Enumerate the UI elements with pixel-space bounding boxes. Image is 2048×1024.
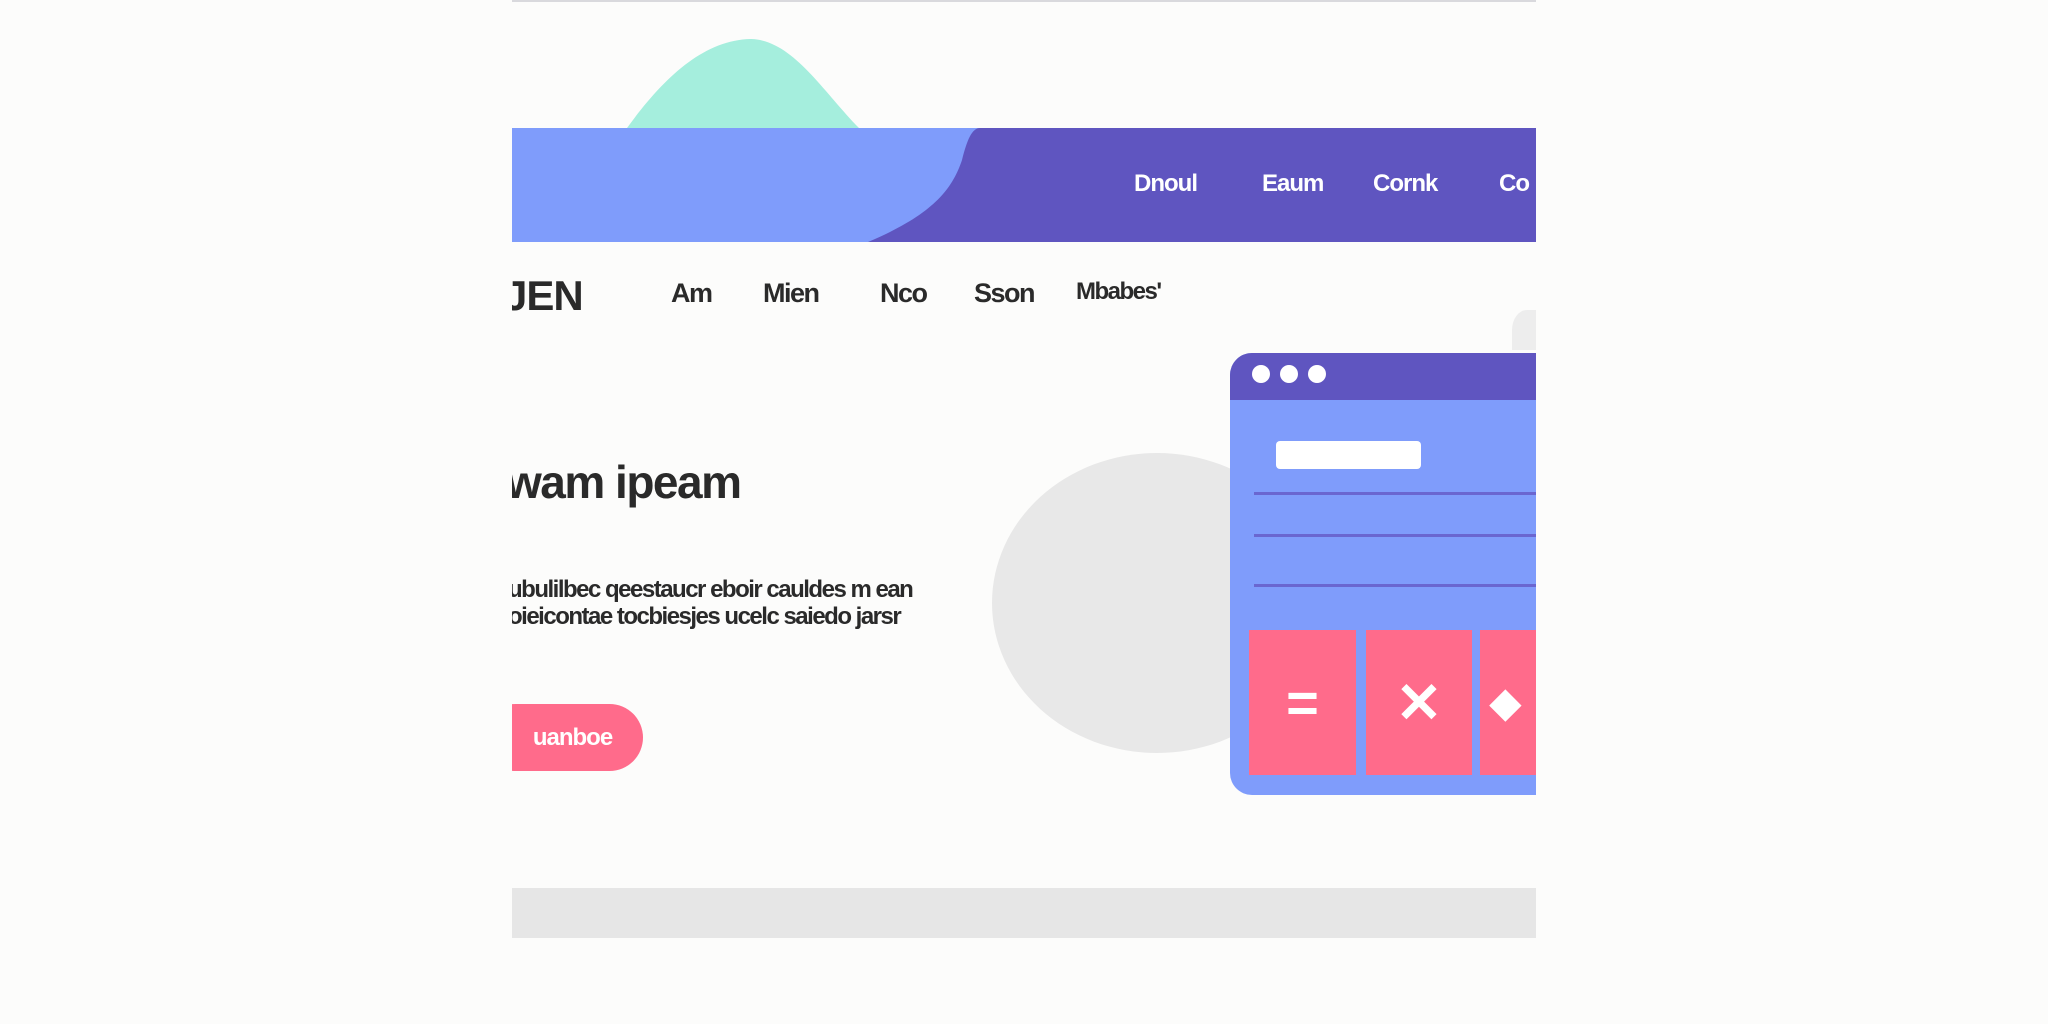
window-divider <box>1254 584 1536 587</box>
header-illustration <box>512 39 1536 242</box>
equals-icon: = <box>1286 671 1319 734</box>
window-title-bar <box>1230 353 1536 400</box>
page-canvas: Dnoul Eaum Cornk Co JEN Am Mien Nco Sson… <box>512 0 1536 1024</box>
tile-diamond: ◆ <box>1480 630 1536 775</box>
cta-button[interactable]: uanboe <box>512 704 643 771</box>
window-divider <box>1254 492 1536 495</box>
decorative-shape <box>1512 310 1536 350</box>
header-link-4[interactable]: Co <box>1499 170 1530 198</box>
hero-paragraph: ubulilbec qeestaucr eboir cauldes m ean … <box>512 576 914 630</box>
logo[interactable]: JEN <box>512 272 584 320</box>
nav-item-3[interactable]: Nco <box>880 278 928 309</box>
header-link-2[interactable]: Eaum <box>1262 170 1324 198</box>
browser-window-illustration: = ✕ ◆ <box>1230 353 1536 795</box>
hero-headline: wam ipeam <box>512 456 742 508</box>
nav-item-2[interactable]: Mien <box>763 278 820 309</box>
window-input-field <box>1276 441 1421 469</box>
nav-item-1[interactable]: Am <box>671 278 713 309</box>
window-divider <box>1254 534 1536 537</box>
window-dot-icon <box>1252 365 1270 383</box>
header-link-1[interactable]: Dnoul <box>1134 170 1198 198</box>
hill-shape <box>627 39 859 128</box>
header-link-3[interactable]: Cornk <box>1373 170 1438 198</box>
footer-bar <box>512 888 1536 938</box>
tile-equals: = <box>1249 630 1356 775</box>
diamond-icon: ◆ <box>1490 680 1521 725</box>
close-icon: ✕ <box>1395 670 1443 734</box>
nav-item-5[interactable]: Mbabes' <box>1076 278 1162 306</box>
tile-close: ✕ <box>1366 630 1472 775</box>
window-dot-icon <box>1308 365 1326 383</box>
window-dot-icon <box>1280 365 1298 383</box>
nav-item-4[interactable]: Sson <box>974 278 1036 309</box>
